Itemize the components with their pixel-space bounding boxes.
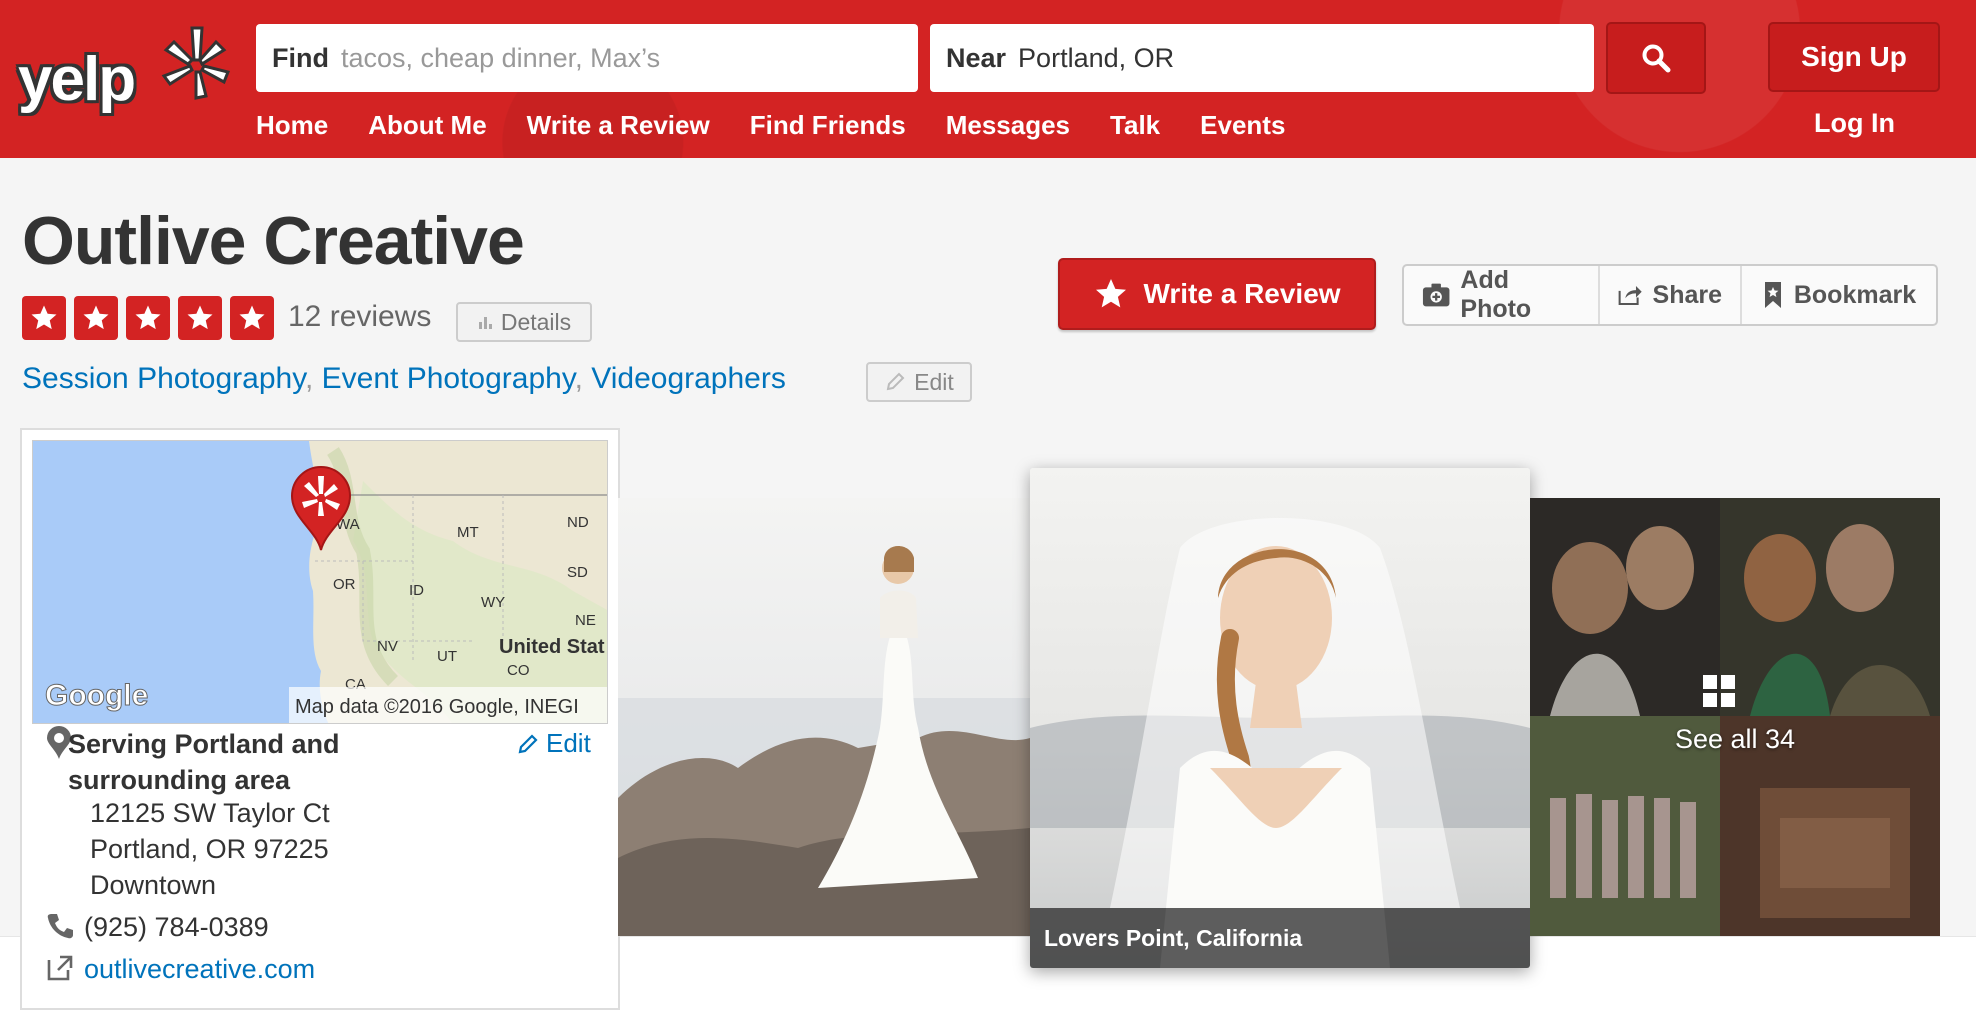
category-edit-button[interactable]: Edit xyxy=(866,362,972,402)
map-label-wy: WY xyxy=(481,594,505,611)
map-label-nd: ND xyxy=(567,514,589,531)
map-label-co: CO xyxy=(507,662,530,679)
find-input[interactable]: Find tacos, cheap dinner, Max’s xyxy=(256,24,918,92)
business-photo-1[interactable] xyxy=(618,498,1030,936)
category-videographers[interactable]: Videographers xyxy=(591,362,786,395)
star-rating xyxy=(22,296,274,340)
bookmark-button[interactable]: Bookmark xyxy=(1742,266,1936,324)
share-button[interactable]: Share xyxy=(1600,266,1742,324)
phone-number: (925) 784-0389 xyxy=(84,912,269,942)
map-pin-icon xyxy=(290,466,352,551)
star-icon xyxy=(22,296,66,340)
nav-home[interactable]: Home xyxy=(256,110,328,141)
category-event-photography[interactable]: Event Photography xyxy=(322,362,575,395)
map-label-sd: SD xyxy=(567,564,588,581)
service-area: Serving Portland and surrounding area xyxy=(68,729,340,795)
neighborhood: Downtown xyxy=(90,870,217,900)
nav-events[interactable]: Events xyxy=(1200,110,1285,141)
business-photo-featured[interactable]: Lovers Point, California xyxy=(1030,468,1530,968)
photo-gallery-grid[interactable]: See all 34 xyxy=(1530,498,1940,936)
map-label-country: United Stat xyxy=(499,636,605,658)
pencil-icon xyxy=(886,372,905,391)
map-label-mt: MT xyxy=(457,524,479,541)
nav-messages[interactable]: Messages xyxy=(946,110,1070,141)
yelp-logo[interactable]: yelp xyxy=(18,22,231,126)
map-attribution: Map data ©2016 Google, INEGI xyxy=(295,696,579,718)
near-input[interactable]: Near Portland, OR xyxy=(930,24,1594,92)
info-edit-link[interactable]: Edit xyxy=(516,728,591,759)
grid-icon xyxy=(1703,675,1735,707)
star-icon xyxy=(178,296,222,340)
star-icon xyxy=(1096,279,1127,308)
main-nav: Home About Me Write a Review Find Friend… xyxy=(256,110,1325,141)
write-review-label: Write a Review xyxy=(1143,278,1341,309)
yelp-burst-icon xyxy=(161,26,231,100)
near-label: Near xyxy=(946,42,1007,73)
map-label-ut: UT xyxy=(437,648,457,665)
gallery-overlay xyxy=(1530,498,1940,936)
camera-icon xyxy=(1422,283,1450,307)
business-name: Outlive Creative xyxy=(22,203,525,279)
star-icon xyxy=(126,296,170,340)
map-label-or: OR xyxy=(333,576,356,593)
pencil-icon xyxy=(518,733,538,753)
bookmark-icon xyxy=(1764,282,1781,308)
map-label-ne: NE xyxy=(575,612,596,629)
find-label: Find xyxy=(272,42,329,73)
share-icon xyxy=(1618,286,1642,306)
map-label-nv: NV xyxy=(377,638,398,655)
address-line-2: Portland, OR 97225 xyxy=(90,834,329,864)
find-placeholder: tacos, cheap dinner, Max’s xyxy=(340,42,661,73)
external-link-icon xyxy=(47,955,73,981)
nav-about-me[interactable]: About Me xyxy=(368,110,486,141)
add-photo-label: Add Photo xyxy=(1460,266,1532,323)
category-edit-label: Edit xyxy=(914,368,954,395)
nav-write-review[interactable]: Write a Review xyxy=(527,110,710,141)
nav-talk[interactable]: Talk xyxy=(1110,110,1160,141)
search-icon xyxy=(1642,44,1671,73)
site-header: yelp Find tacos, cheap dinner, Max’s Nea… xyxy=(0,0,1976,158)
star-icon xyxy=(74,296,118,340)
star-icon xyxy=(230,296,274,340)
category-session-photography[interactable]: Session Photography xyxy=(22,362,305,395)
photo-caption: Lovers Point, California xyxy=(1030,908,1530,968)
map-label-id: ID xyxy=(409,582,424,599)
review-count[interactable]: 12 reviews xyxy=(288,300,431,334)
logo-wordmark: yelp xyxy=(18,45,136,114)
add-photo-button[interactable]: Add Photo xyxy=(1404,266,1600,324)
website-link[interactable]: outlivecreative.com xyxy=(84,954,315,985)
details-label: Details xyxy=(500,308,572,335)
category-list: Session Photography, Event Photography, … xyxy=(22,362,786,395)
phone-icon xyxy=(47,914,73,939)
log-in-link[interactable]: Log In xyxy=(1814,108,1895,139)
google-logo: Google xyxy=(45,679,148,712)
info-edit-label: Edit xyxy=(546,728,591,758)
nav-find-friends[interactable]: Find Friends xyxy=(750,110,906,141)
business-actions: Add Photo Share Bookmark xyxy=(1402,264,1938,326)
share-label: Share xyxy=(1652,280,1722,309)
search-button[interactable] xyxy=(1606,22,1706,94)
bar-chart-icon xyxy=(478,317,492,329)
see-all-photos-link[interactable]: See all 34 xyxy=(1530,724,1940,755)
address-line-1: 12125 SW Taylor Ct xyxy=(90,798,330,828)
sign-up-button[interactable]: Sign Up xyxy=(1768,22,1940,92)
details-button[interactable]: Details xyxy=(456,302,592,342)
bookmark-label: Bookmark xyxy=(1793,280,1917,309)
write-review-button[interactable]: Write a Review xyxy=(1058,258,1376,330)
near-value: Portland, OR xyxy=(1018,42,1175,73)
